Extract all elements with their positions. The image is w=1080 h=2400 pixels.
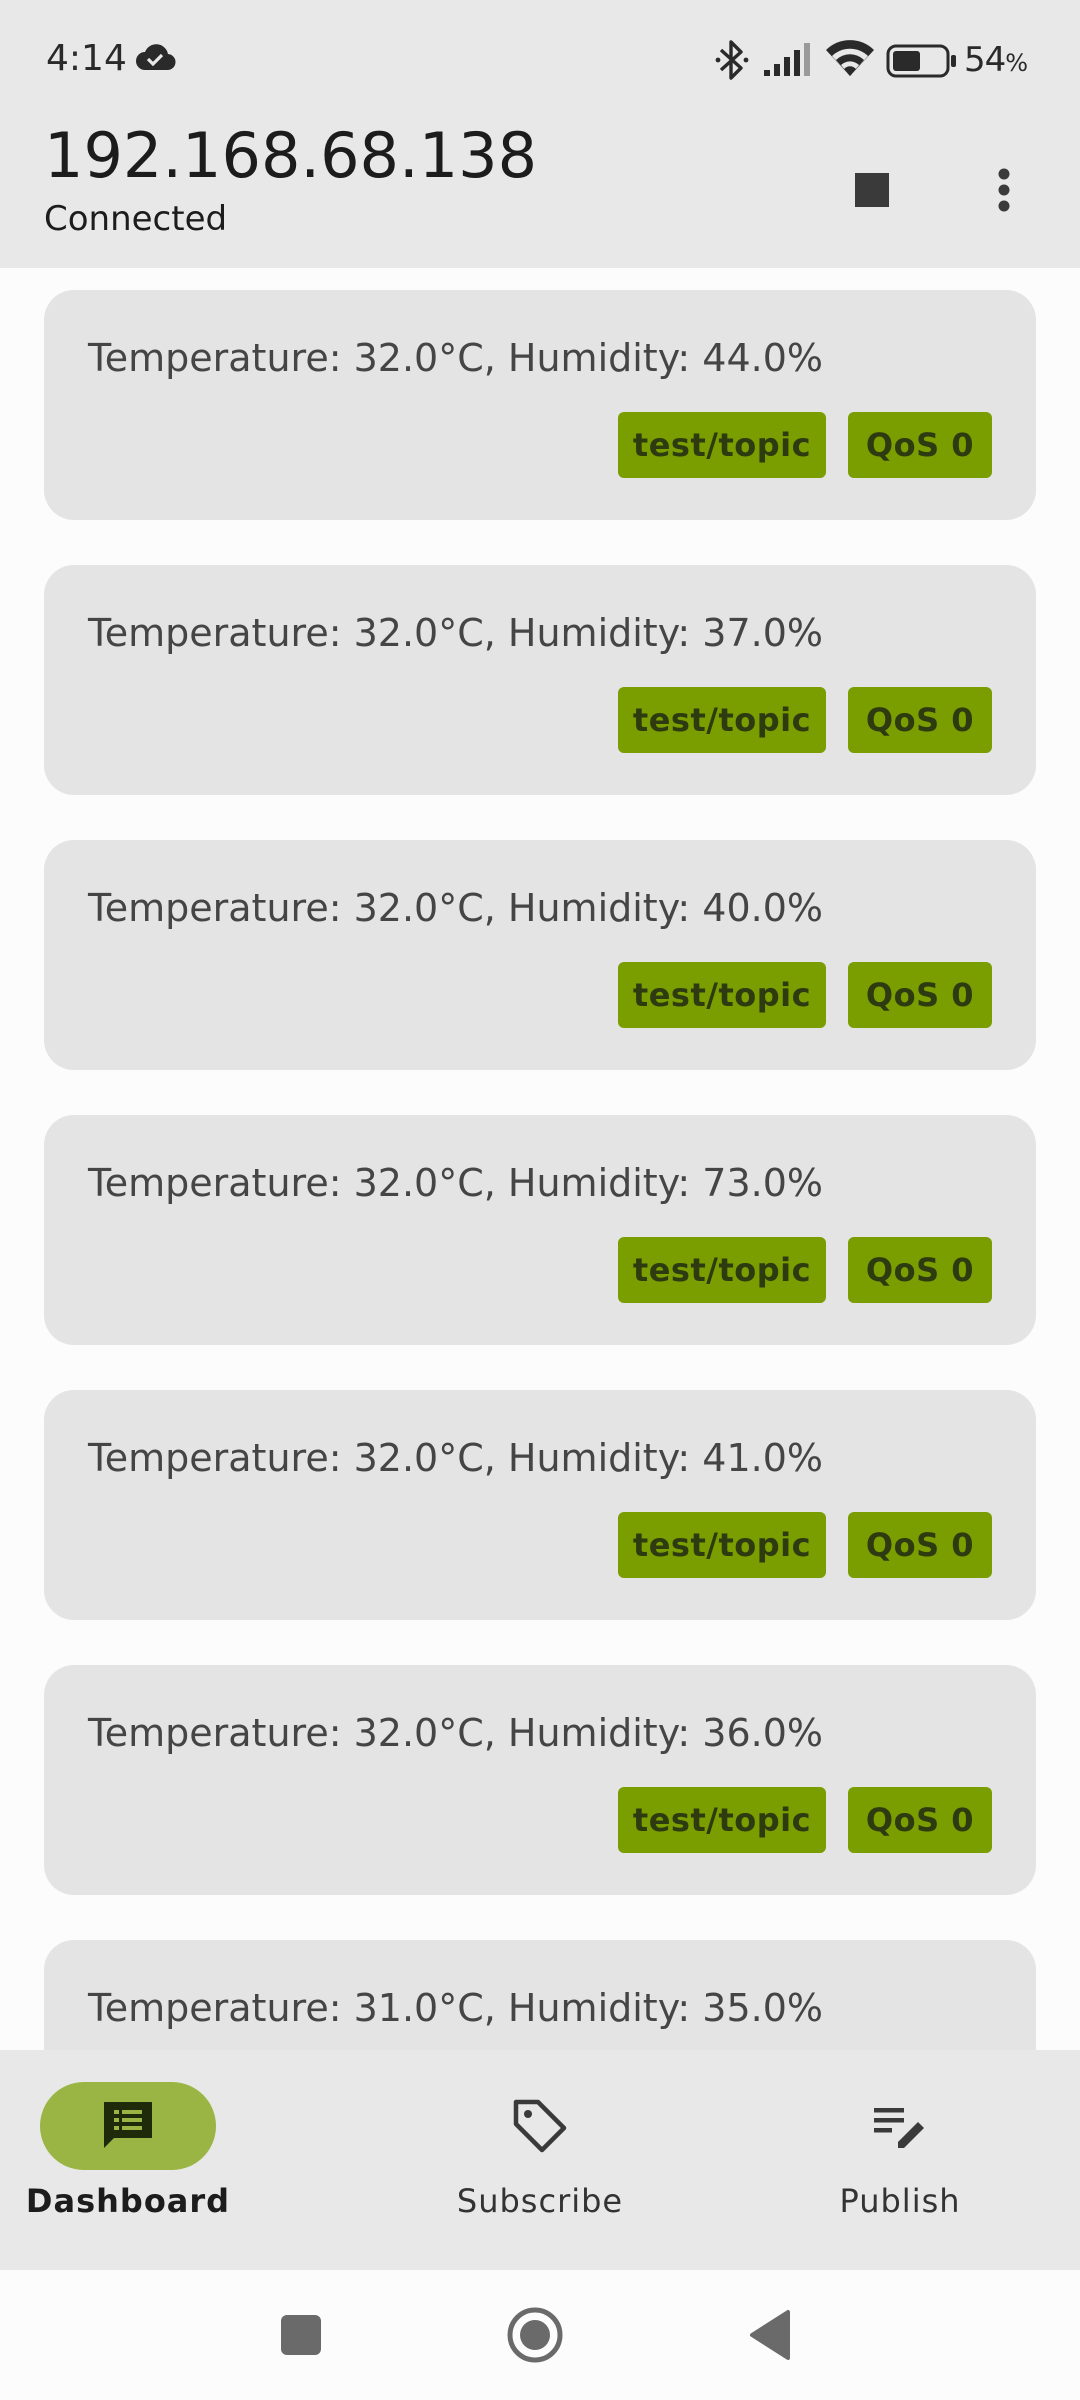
message-card[interactable]: Temperature: 31.0°C, Humidity: 35.0%test… bbox=[44, 1940, 1036, 2050]
nav-label-subscribe: Subscribe bbox=[456, 2182, 624, 2220]
nav-item-dashboard[interactable]: Dashboard bbox=[0, 2050, 360, 2270]
app-bar: 192.168.68.138 Connected bbox=[0, 120, 1080, 268]
message-card[interactable]: Temperature: 32.0°C, Humidity: 36.0% test… bbox=[44, 1665, 1036, 1895]
topic-chip[interactable]: test/topic bbox=[618, 412, 826, 478]
message-card[interactable]: Temperature: 32.0°C, Humidity: 40.0% test… bbox=[44, 840, 1036, 1070]
recents-button[interactable] bbox=[266, 2300, 336, 2370]
message-card[interactable]: Temperature: 32.0°C, Humidity: 73.0% test… bbox=[44, 1115, 1036, 1345]
message-payload: Temperature: 32.0°C, Humidity: 73.0% bbox=[88, 1161, 824, 1205]
topic-chip[interactable]: test/topic bbox=[618, 1237, 826, 1303]
stop-button[interactable] bbox=[844, 162, 900, 218]
topic-chip[interactable]: test/topic bbox=[618, 962, 826, 1028]
nav-label-publish: Publish bbox=[839, 2182, 961, 2220]
home-icon bbox=[507, 2307, 563, 2363]
connection-status: Connected bbox=[44, 199, 228, 239]
nav-active-indicator bbox=[40, 2082, 216, 2170]
nav-label-dashboard: Dashboard bbox=[25, 2182, 231, 2220]
qos-chip[interactable]: QoS 0 bbox=[848, 1787, 992, 1853]
topic-chip[interactable]: test/topic bbox=[618, 1787, 826, 1853]
message-payload: Temperature: 32.0°C, Humidity: 41.0% bbox=[88, 1436, 824, 1480]
message-payload: Temperature: 32.0°C, Humidity: 40.0% bbox=[88, 886, 824, 930]
message-list[interactable]: Temperature: 32.0°C, Humidity: 44.0% test… bbox=[0, 268, 1080, 2050]
message-card[interactable]: Temperature: 32.0°C, Humidity: 37.0% test… bbox=[44, 565, 1036, 795]
battery-icon bbox=[886, 44, 956, 78]
topic-chip[interactable]: test/topic bbox=[618, 687, 826, 753]
page-title: 192.168.68.138 bbox=[44, 119, 538, 192]
qos-chip[interactable]: QoS 0 bbox=[848, 412, 992, 478]
message-icon bbox=[104, 2102, 152, 2148]
status-time: 4:14 bbox=[46, 38, 127, 79]
message-payload: Temperature: 32.0°C, Humidity: 37.0% bbox=[88, 611, 824, 655]
edit-note-icon bbox=[874, 2108, 924, 2148]
bluetooth-icon bbox=[715, 40, 749, 80]
qos-chip[interactable]: QoS 0 bbox=[848, 687, 992, 753]
more-options-button[interactable] bbox=[976, 156, 1032, 224]
qos-chip[interactable]: QoS 0 bbox=[848, 962, 992, 1028]
app-root: 4:14 54% 192.168.68.138 Connected Temper… bbox=[0, 0, 1080, 2400]
message-card[interactable]: Temperature: 32.0°C, Humidity: 44.0% test… bbox=[44, 290, 1036, 520]
bottom-navigation: Dashboard Subscribe Publish bbox=[0, 2050, 1080, 2270]
wifi-icon bbox=[826, 40, 874, 76]
more-vert-icon bbox=[998, 168, 1010, 212]
nav-item-subscribe[interactable]: Subscribe bbox=[360, 2050, 720, 2270]
nav-icon-container bbox=[812, 2082, 988, 2170]
stop-icon bbox=[855, 173, 889, 207]
system-navigation-bar bbox=[0, 2270, 1080, 2400]
nav-icon-container bbox=[452, 2082, 628, 2170]
battery-unit: % bbox=[1005, 49, 1028, 77]
recents-icon bbox=[281, 2315, 321, 2355]
message-card[interactable]: Temperature: 32.0°C, Humidity: 41.0% test… bbox=[44, 1390, 1036, 1620]
back-icon bbox=[750, 2310, 790, 2360]
signal-icon bbox=[764, 43, 810, 76]
battery-level: 54 bbox=[964, 40, 1006, 80]
home-button[interactable] bbox=[500, 2300, 570, 2370]
message-payload: Temperature: 32.0°C, Humidity: 44.0% bbox=[88, 336, 824, 380]
tag-icon bbox=[513, 2099, 567, 2153]
qos-chip[interactable]: QoS 0 bbox=[848, 1237, 992, 1303]
qos-chip[interactable]: QoS 0 bbox=[848, 1512, 992, 1578]
battery-percentage: 54% bbox=[964, 40, 1028, 80]
cloud-check-icon bbox=[136, 44, 176, 71]
topic-chip[interactable]: test/topic bbox=[618, 1512, 826, 1578]
status-bar: 4:14 54% bbox=[0, 0, 1080, 120]
message-payload: Temperature: 31.0°C, Humidity: 35.0% bbox=[88, 1986, 824, 2030]
message-payload: Temperature: 32.0°C, Humidity: 36.0% bbox=[88, 1711, 824, 1755]
nav-item-publish[interactable]: Publish bbox=[720, 2050, 1080, 2270]
back-button[interactable] bbox=[736, 2300, 806, 2370]
